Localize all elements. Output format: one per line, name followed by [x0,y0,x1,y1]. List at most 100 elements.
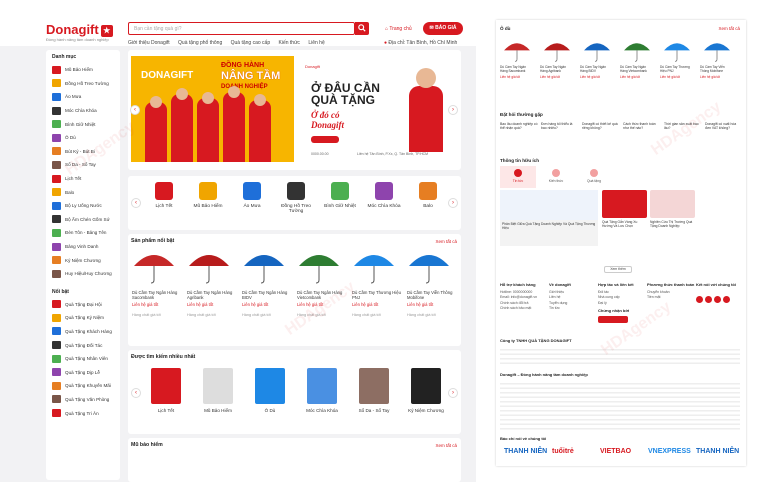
sidebar-item[interactable]: Quà Tặng Khách Hàng [46,325,120,339]
sidebar-item[interactable]: Quà Tặng Khuyến Mãi [46,379,120,393]
searched-item[interactable]: Ô Dù [246,368,294,413]
footer-link[interactable]: Tin tức [549,306,571,312]
product-card[interactable]: Dù Cầm Tay Ngân Hàng BIDV Liên hệ giá tốt [580,40,614,79]
product-card[interactable]: Dù Cầm Tay Ngân Hàng Sacombank Liên hệ gi… [132,250,182,317]
sidebar-item[interactable]: Huy Hiệu/Huy Chương [46,267,120,281]
product-card[interactable]: Dù Cầm Tay Ngân Hàng Agribank Liên hệ giá… [187,250,237,317]
footer-link[interactable]: Đại lý [598,301,634,307]
product-card[interactable]: Dù Cầm Tay Thương Hiệu PNJ Liên hệ giá tố… [352,250,402,317]
press-logo[interactable]: VIETBAO [600,448,631,455]
nav-item[interactable]: Liên hệ [308,40,324,46]
tiktok-icon[interactable] [723,296,730,303]
nav-item[interactable]: Quà tặng cao cấp [231,40,270,46]
banner-next-button[interactable]: › [448,105,458,115]
faq-item[interactable]: Cách thức thanh toán như thế nào? [623,122,661,130]
banner-slide-team[interactable]: DONAGIFT ĐỒNG HÀNH NÂNG TẦM DOANH NGHIỆP [131,56,294,162]
searched-item[interactable]: Kỷ Niệm Chương [402,368,450,413]
sidebar-item[interactable]: Quà Tặng Văn Phòng [46,393,120,407]
product-card[interactable]: Dù Cầm Tay Ngân Hàng BIDV Liên hệ giá tốt… [242,250,292,317]
press-logo[interactable]: THANH NIÊN [696,448,739,455]
sidebar-item[interactable]: Áo Mưa [46,90,120,104]
facebook-icon[interactable] [696,296,703,303]
banner-small-brand: Donagift [305,64,320,69]
category-tile[interactable]: Móc Chìa Khóa [364,182,404,209]
news-card[interactable]: Quà Tặng Gắn Vàng Xu Hướng Và Lưu Chọn [602,190,647,246]
sidebar-item[interactable]: Móc Chìa Khóa [46,104,120,118]
home-link[interactable]: ⌂ Trang chủ [385,26,412,32]
nav-item[interactable]: Giới thiệu Donagift [128,40,170,46]
footer-link[interactable]: Chính sách bảo mật [500,306,537,312]
nav-item[interactable]: Kiến thức [279,40,300,46]
view-all-link[interactable]: Xem tất cả [435,443,457,448]
sidebar-item[interactable]: Quà Tặng Đối Tác [46,338,120,352]
category-tile[interactable]: Lịch Tết [144,182,184,209]
search-button[interactable] [355,22,369,35]
banner-cta[interactable] [311,136,339,143]
sidebar-item[interactable]: Kỷ Niệm Chương [46,253,120,267]
product-card[interactable]: Dù Cầm Tay Viễn Thông Mobifone Liên hệ gi… [700,40,734,79]
searched-prev-button[interactable]: ‹ [131,388,141,398]
category-tile[interactable]: Mũ Bảo Hiểm [188,182,228,209]
product-card[interactable]: Dù Cầm Tay Ngân Hàng Agribank Liên hệ giá… [540,40,574,79]
banner-prev-button[interactable]: ‹ [130,105,140,115]
sidebar-item[interactable]: Balo [46,185,120,199]
zalo-icon[interactable] [714,296,721,303]
footer-link[interactable]: Tiền mặt [647,295,694,301]
category-tile[interactable]: Đồng Hồ Treo Tường [276,182,316,214]
tab-news[interactable]: Tin tức [500,166,536,188]
sidebar-item[interactable]: Đèn Tôn - Bảng Tên [46,226,120,240]
sidebar-item[interactable]: Bộ Ly Uống Nước [46,199,120,213]
category-tile[interactable]: Balo [408,182,448,209]
press-logo[interactable]: tuổitrẻ [552,448,574,455]
product-card[interactable]: Dù Cầm Tay Ngân Hàng Vietcombank Liên hệ … [620,40,654,79]
category-tile[interactable]: Áo Mưa [232,182,272,209]
sidebar-item[interactable]: Quà Tặng Kỷ Niệm [46,311,120,325]
category-label: Đồng Hồ Treo Tường [281,204,311,214]
quote-button[interactable]: ✉ BÁO GIÁ [423,22,463,35]
product-card[interactable]: Dù Cầm Tay Viễn Thông Mobifone Liên hệ gi… [407,250,457,317]
sidebar-item[interactable]: Quà Tặng Đại Hội [46,298,120,312]
sidebar-item[interactable]: Quà Tặng Dịp Lễ [46,365,120,379]
section-title: Ô dù [500,26,511,31]
sidebar-item[interactable]: Quà Tặng Nhân Viên [46,352,120,366]
faq-item[interactable]: Đơn hàng tối thiểu là bao nhiêu? [541,122,579,130]
youtube-icon[interactable] [705,296,712,303]
sidebar-item[interactable]: Lịch Tết [46,172,120,186]
view-all-link[interactable]: Xem tất cả [435,239,457,244]
sidebar-item[interactable]: Mũ Bảo Hiểm [46,63,120,77]
searched-item[interactable]: Mũ Bảo Hiểm [194,368,242,413]
press-logo[interactable]: VNEXPRESS [648,448,691,455]
certification-badge[interactable] [598,316,628,323]
searched-item[interactable]: Sổ Da - Sổ Tay [350,368,398,413]
tab-gifts[interactable]: Quà tặng [576,166,612,188]
category-tile[interactable]: Bình Giữ Nhiệt [320,182,360,209]
product-card[interactable]: Dù Cầm Tay Thương Hiệu PNJ Liên hệ giá tố… [660,40,694,79]
sidebar-item[interactable]: Quà Tặng Tri Ân [46,406,120,420]
news-more-button[interactable]: Xem thêm [604,266,632,273]
faq-item[interactable]: Bao lâu doanh nghiệp có thể nhận quà? [500,122,538,130]
tab-knowledge[interactable]: Kiến thức [538,166,574,188]
person-head [150,96,162,108]
sidebar-item[interactable]: Bộ Ấm Chén Gốm Sứ [46,213,120,227]
news-card[interactable]: Nghiên Cứu Thị Trường Quà Tặng Doanh Ngh… [650,190,695,246]
nav-item[interactable]: Quà tặng phổ thông [178,40,222,46]
banner-slide-gift[interactable]: Donagift Ở ĐÂU CẦN QUÀ TẶNG Ở đó có Donagi… [297,56,459,162]
searched-next-button[interactable]: › [448,388,458,398]
searched-item[interactable]: Lịch Tết [142,368,190,413]
sidebar-item[interactable]: Bảng Vinh Danh [46,240,120,254]
sidebar-item[interactable]: Đồng Hồ Treo Tường [46,77,120,91]
product-card[interactable]: Dù Cầm Tay Ngân Hàng Sacombank Liên hệ gi… [500,40,534,79]
faq-item[interactable]: Donagift có xuất hóa đơn VAT không? [705,122,743,130]
faq-item[interactable]: Donagift có thiết kế quà riêng không? [582,122,620,130]
cat-prev-button[interactable]: ‹ [131,198,141,208]
footer-link[interactable]: Email: info@donagift.vn [500,295,537,301]
searched-item[interactable]: Móc Chìa Khóa [298,368,346,413]
cat-next-button[interactable]: › [448,198,458,208]
brand-logo[interactable]: Donagift ★ [46,22,113,37]
sidebar-item[interactable]: Bình Giữ Nhiệt [46,117,120,131]
search-input[interactable]: Bạn cần tặng quà gì? [128,22,355,35]
news-hero[interactable]: Phân Biệt Giữa Quà Tặng Doanh Nghiệp Và … [500,190,598,246]
view-all-link[interactable]: Xem tất cả [718,26,740,31]
press-logo[interactable]: THANH NIÊN [504,448,547,455]
sidebar-item-label: Quà Tặng Đại Hội [65,301,102,307]
